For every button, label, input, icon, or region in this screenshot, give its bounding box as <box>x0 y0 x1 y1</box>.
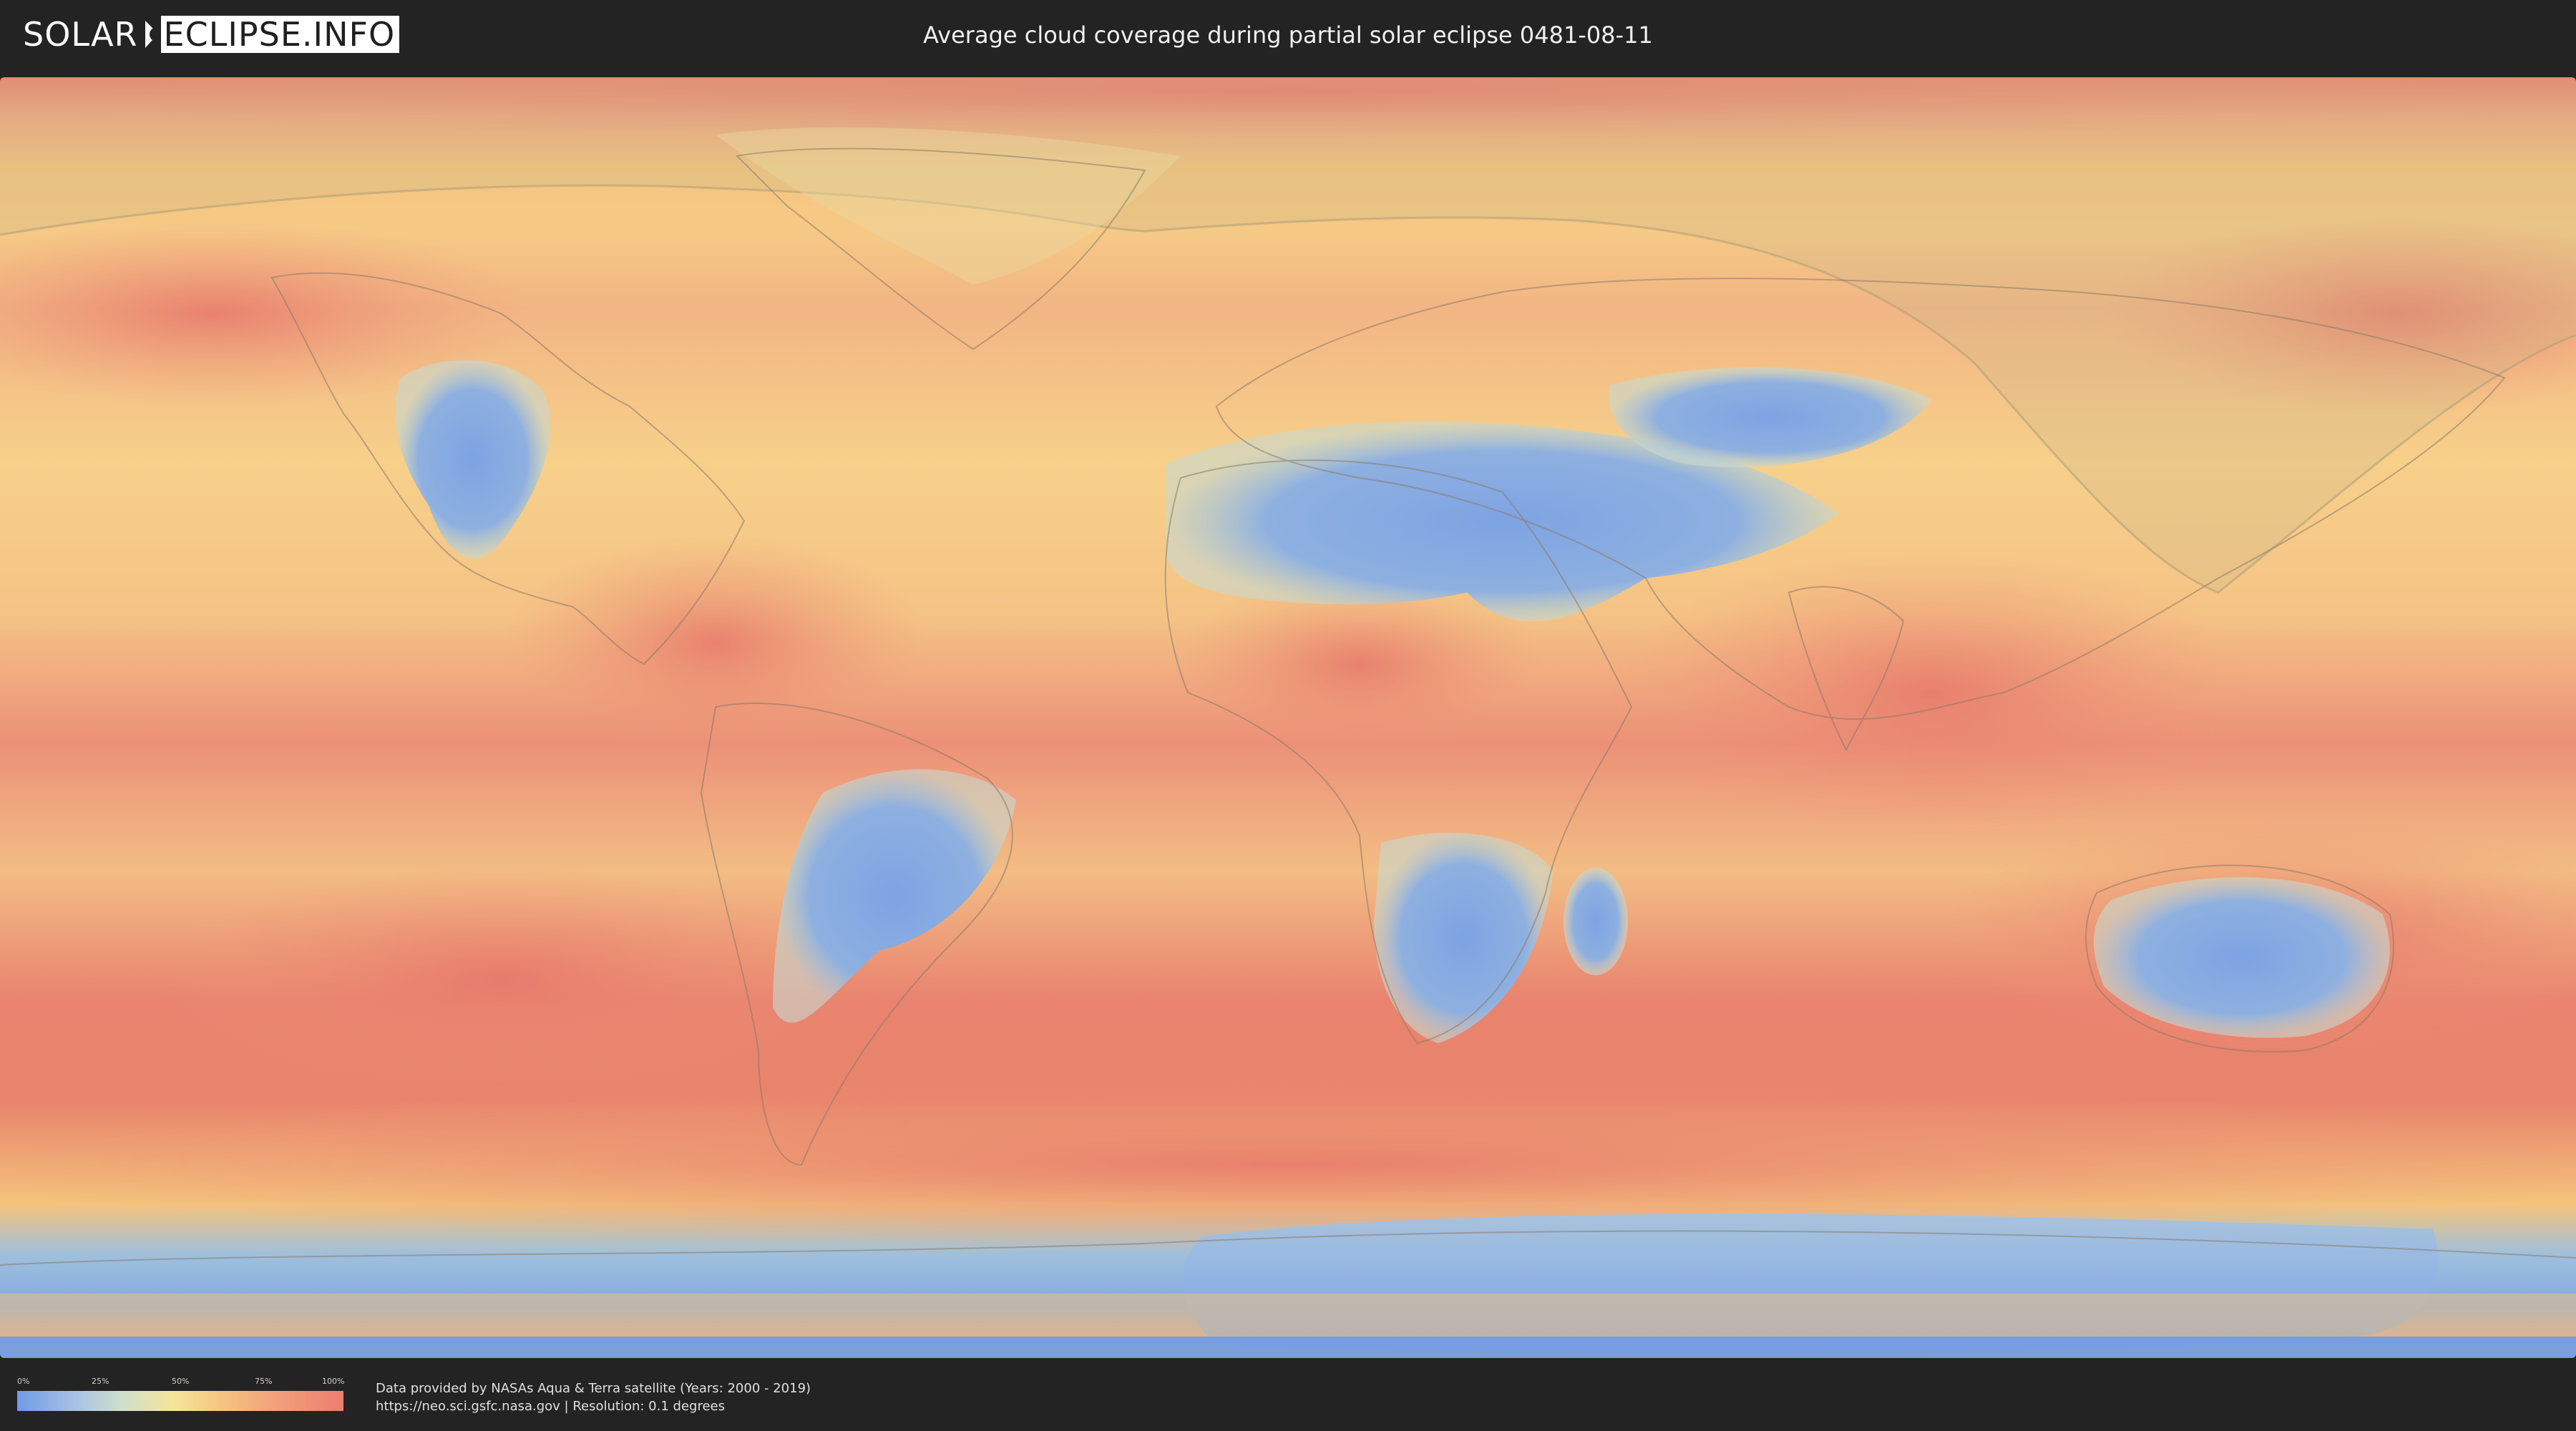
map-svg <box>0 77 2576 1358</box>
page-title: Average cloud coverage during partial so… <box>923 21 1653 49</box>
legend-tick: 100% <box>322 1377 345 1386</box>
page: SOLAR ECLIPSE.INFO Average cloud coverag… <box>0 0 2576 1431</box>
legend-color-scale <box>17 1391 343 1411</box>
legend-tick: 25% <box>92 1377 109 1386</box>
legend-ticks: 0% 25% 50% 75% 100% <box>17 1377 345 1387</box>
legend-tick: 75% <box>255 1377 273 1386</box>
data-source-info: Data provided by NASAs Aqua & Terra sate… <box>376 1379 811 1415</box>
header-bar: SOLAR ECLIPSE.INFO Average cloud coverag… <box>0 0 2576 72</box>
data-source-line: Data provided by NASAs Aqua & Terra sate… <box>376 1381 811 1396</box>
footer-bar: 0% 25% 50% 75% 100% Data provided by NAS… <box>0 1358 2576 1431</box>
legend-tick: 50% <box>172 1377 190 1386</box>
cloud-coverage-legend: 0% 25% 50% 75% 100% <box>17 1377 345 1412</box>
legend-tick: 0% <box>17 1377 30 1386</box>
cloud-coverage-map[interactable] <box>0 77 2576 1358</box>
data-url-line[interactable]: https://neo.sci.gsfc.nasa.gov | Resoluti… <box>376 1397 811 1415</box>
